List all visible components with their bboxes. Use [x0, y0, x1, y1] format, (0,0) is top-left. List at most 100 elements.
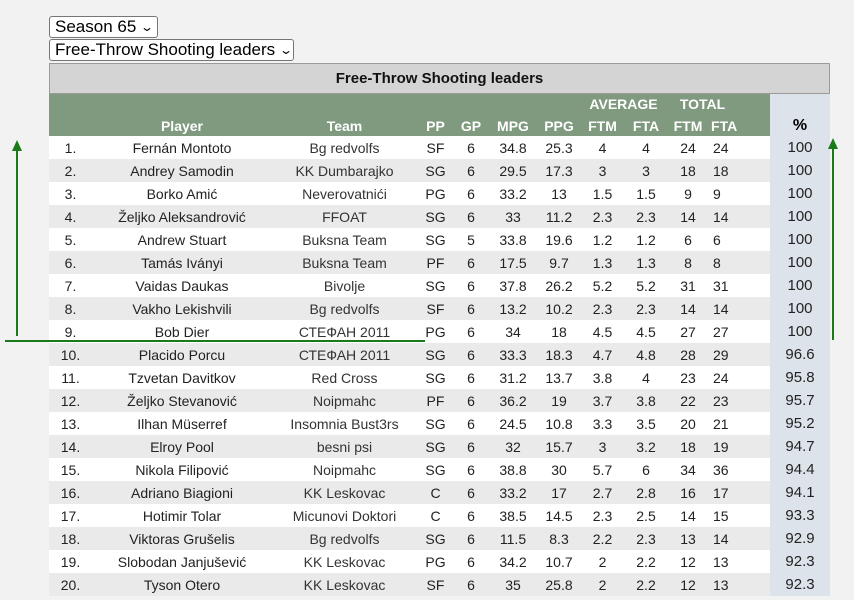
cell-avg-ftm: 1.3	[580, 251, 625, 274]
cell-player[interactable]: Fernán Montoto	[92, 136, 272, 159]
cell-player[interactable]: Viktoras Grušelis	[92, 527, 272, 550]
cell-player[interactable]: Željko Aleksandrović	[92, 205, 272, 228]
cell-player[interactable]: Ilhan Müserref	[92, 412, 272, 435]
cell-avg-ftm: 2.3	[580, 297, 625, 320]
cell-player[interactable]: Tyson Otero	[92, 573, 272, 596]
cell-avg-ftm: 3	[580, 159, 625, 182]
cell-tot-ftm: 12	[667, 550, 710, 573]
cell-tot-ftm: 9	[667, 182, 710, 205]
header-mpg[interactable]: MPG	[488, 114, 538, 136]
cell-avg-fta: 3.8	[625, 389, 668, 412]
chevron-down-icon: ⌄	[279, 43, 294, 57]
cell-team[interactable]: Bg redvolfs	[272, 527, 417, 550]
cell-mpg: 38.5	[488, 504, 538, 527]
cell-gp: 6	[454, 412, 488, 435]
cell-team[interactable]: KK Leskovac	[272, 481, 417, 504]
cell-team[interactable]: Noipmahc	[272, 458, 417, 481]
cell-tot-fta: 14	[709, 297, 771, 320]
header-pp[interactable]: PP	[417, 114, 454, 136]
table-row: 1. Fernán Montoto Bg redvolfs SF 6 34.8 25.3 4 4…	[49, 136, 831, 159]
cell-player[interactable]: Nikola Filipović	[92, 458, 272, 481]
category-select[interactable]: Free-Throw Shooting leaders ⌄	[49, 39, 294, 61]
cell-player[interactable]: Placido Porcu	[92, 343, 272, 366]
chevron-down-icon: ⌄	[140, 20, 155, 34]
cell-team[interactable]: Neverovatnići	[272, 182, 417, 205]
header-avg-fta[interactable]: FTA	[625, 114, 668, 136]
cell-team[interactable]: FFOAT	[272, 205, 417, 228]
cell-player[interactable]: Slobodan Janjušević	[92, 550, 272, 573]
cell-gp: 6	[454, 389, 488, 412]
cell-avg-ftm: 3.8	[580, 366, 625, 389]
cell-team[interactable]: Bg redvolfs	[272, 136, 417, 159]
cell-player[interactable]: Vakho Lekishvili	[92, 297, 272, 320]
cell-tot-fta: 24	[709, 366, 771, 389]
cell-avg-fta: 2.2	[625, 573, 668, 596]
cell-tot-fta: 9	[709, 182, 771, 205]
cell-ppg: 14.5	[538, 504, 580, 527]
cell-tot-fta: 21	[709, 412, 771, 435]
header-tot-ftm[interactable]: FTM	[667, 114, 710, 136]
cell-team[interactable]: KK Leskovac	[272, 573, 417, 596]
cell-avg-fta: 4.5	[625, 320, 668, 343]
cell-avg-fta: 5.2	[625, 274, 668, 297]
cell-team[interactable]: KK Leskovac	[272, 550, 417, 573]
cell-avg-fta: 2.2	[625, 550, 668, 573]
cell-team[interactable]: Noipmahc	[272, 389, 417, 412]
cell-player[interactable]: Adriano Biagioni	[92, 481, 272, 504]
cell-rank: 13.	[49, 412, 92, 435]
cell-tot-fta: 17	[709, 481, 771, 504]
cell-player[interactable]: Hotimir Tolar	[92, 504, 272, 527]
cell-team[interactable]: Bivolje	[272, 274, 417, 297]
cell-player[interactable]: Andrey Samodin	[92, 159, 272, 182]
cell-pp: SG	[417, 205, 454, 228]
cell-team[interactable]: besni psi	[272, 435, 417, 458]
cell-player[interactable]: Tamás Iványi	[92, 251, 272, 274]
cell-team[interactable]: Insomnia Bust3rs	[272, 412, 417, 435]
cell-avg-fta: 4	[625, 366, 668, 389]
cell-avg-ftm: 5.2	[580, 274, 625, 297]
cell-team[interactable]: Micunovi Doktori	[272, 504, 417, 527]
cell-team[interactable]: Buksna Team	[272, 228, 417, 251]
cell-player[interactable]: Tzvetan Davitkov	[92, 366, 272, 389]
cell-ppg: 10.2	[538, 297, 580, 320]
cell-ppg: 10.7	[538, 550, 580, 573]
cell-player[interactable]: Andrew Stuart	[92, 228, 272, 251]
header-tot-fta[interactable]: FTA	[709, 114, 771, 136]
header-ppg[interactable]: PPG	[538, 114, 580, 136]
cell-player[interactable]: Borko Amić	[92, 182, 272, 205]
cell-rank: 12.	[49, 389, 92, 412]
cell-pp: C	[417, 481, 454, 504]
cell-player[interactable]: Elroy Pool	[92, 435, 272, 458]
header-gp[interactable]: GP	[454, 114, 488, 136]
cell-tot-ftm: 34	[667, 458, 710, 481]
table-row: 13. Ilhan Müserref Insomnia Bust3rs SG 6 24.5…	[49, 412, 831, 435]
cell-tot-ftm: 31	[667, 274, 710, 297]
cell-rank: 6.	[49, 251, 92, 274]
cell-rank: 15.	[49, 458, 92, 481]
cell-avg-fta: 6	[625, 458, 668, 481]
cell-team[interactable]: Red Cross	[272, 366, 417, 389]
cell-mpg: 29.5	[488, 159, 538, 182]
header-avg-ftm[interactable]: FTM	[580, 114, 625, 136]
cell-team[interactable]: Buksna Team	[272, 251, 417, 274]
cell-team[interactable]: Bg redvolfs	[272, 297, 417, 320]
cell-team[interactable]: KK Dumbarajko	[272, 159, 417, 182]
cell-avg-ftm: 2.2	[580, 527, 625, 550]
cell-pp: SF	[417, 136, 454, 159]
header-group-average: AVERAGE	[580, 94, 668, 114]
header-player[interactable]: Player	[92, 114, 272, 136]
cell-team[interactable]: СТЕФАН 2011	[272, 343, 417, 366]
cell-player[interactable]: Željko Stevanović	[92, 389, 272, 412]
cell-gp: 6	[454, 182, 488, 205]
cell-player[interactable]: Vaidas Daukas	[92, 274, 272, 297]
cell-rank: 11.	[49, 366, 92, 389]
cell-mpg: 37.8	[488, 274, 538, 297]
cell-tot-fta: 18	[709, 159, 771, 182]
cell-mpg: 13.2	[488, 297, 538, 320]
header-team[interactable]: Team	[272, 114, 417, 136]
right-arrow-head-icon	[828, 138, 838, 149]
cell-pct: 92.3	[770, 550, 831, 573]
cell-gp: 6	[454, 550, 488, 573]
season-select[interactable]: Season 65 ⌄	[49, 16, 158, 38]
header-pct[interactable]: %	[770, 114, 831, 136]
